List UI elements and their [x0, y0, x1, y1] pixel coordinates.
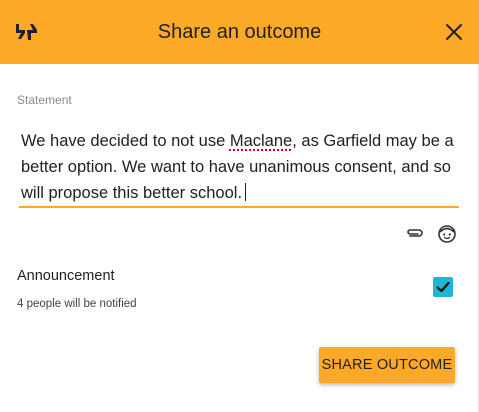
checkmark-icon	[436, 281, 450, 293]
paperclip-icon[interactable]	[405, 224, 425, 244]
text-caret	[245, 183, 247, 201]
statement-text-start: We have decided to not use	[21, 132, 230, 150]
announcement-label: Announcement	[17, 268, 115, 284]
announcement-checkbox[interactable]	[433, 277, 453, 297]
notified-count-text: 4 people will be notified	[17, 298, 137, 310]
dialog-title: Share an outcome	[157, 21, 322, 43]
close-icon[interactable]	[444, 22, 464, 42]
statement-textarea[interactable]: We have decided to not use Maclane, as G…	[19, 128, 459, 208]
editor-tools	[405, 224, 461, 244]
misspelled-word[interactable]: Maclane	[230, 132, 292, 150]
share-outcome-button[interactable]: SHARE OUTCOME	[319, 347, 455, 383]
dialog-header: Share an outcome	[0, 0, 479, 64]
statement-label: Statement	[17, 93, 72, 107]
emoji-face-icon[interactable]	[437, 224, 457, 244]
share-outcome-dialog: Share an outcome Statement We have decid…	[0, 0, 479, 412]
